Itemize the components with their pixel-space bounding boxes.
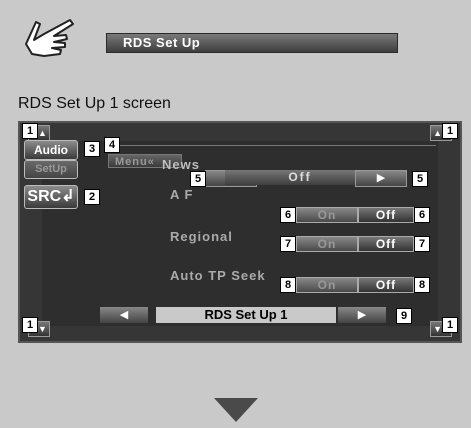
news-label: News — [162, 157, 200, 172]
callout-number: 5 — [190, 171, 206, 187]
af-on-button[interactable]: On — [296, 207, 358, 223]
callout-number: 5 — [412, 171, 428, 187]
callout-number: 1 — [22, 123, 38, 139]
page-navigation-bar: ◀ RDS Set Up 1 ▶ — [100, 307, 396, 323]
section-title: RDS Set Up — [123, 35, 201, 50]
callout-number: 4 — [104, 137, 120, 153]
callout-number: 8 — [280, 277, 296, 293]
screen-panel — [42, 141, 438, 326]
auto-tp-seek-off-button[interactable]: Off — [358, 277, 414, 293]
device-screen: ◀▲ ▲▶ ◀▼ ▼▶ 1 1 1 1 Audio 3 SetUp SRC↲ 2… — [18, 121, 462, 343]
regional-off-button[interactable]: Off — [358, 236, 414, 252]
src-label: SRC — [27, 188, 62, 205]
regional-label: Regional — [170, 229, 233, 244]
down-arrow-icon — [214, 398, 258, 422]
callout-number: 3 — [84, 141, 100, 157]
callout-number: 2 — [84, 189, 100, 205]
return-arrow-icon: ↲ — [61, 188, 75, 205]
screen-caption: RDS Set Up 1 screen — [18, 95, 171, 112]
callout-number: 6 — [280, 207, 296, 223]
callout-number: 8 — [414, 277, 430, 293]
callout-number: 9 — [396, 308, 412, 324]
section-title-bar: RDS Set Up — [106, 33, 398, 53]
callout-number: 7 — [280, 236, 296, 252]
setup-button[interactable]: SetUp — [24, 160, 78, 179]
callout-number: 7 — [414, 236, 430, 252]
callout-number: 1 — [442, 317, 458, 333]
callout-number: 1 — [442, 123, 458, 139]
page-next-button[interactable]: ▶ — [338, 307, 386, 323]
news-next-button[interactable]: ▶ — [355, 170, 407, 187]
auto-tp-seek-label: Auto TP Seek — [170, 268, 266, 283]
divider-line — [106, 145, 436, 146]
page-prev-button[interactable]: ◀ — [100, 307, 148, 323]
page-title: RDS Set Up 1 — [156, 307, 336, 323]
callout-number: 1 — [22, 317, 38, 333]
callout-number: 6 — [414, 207, 430, 223]
auto-tp-seek-on-button[interactable]: On — [296, 277, 358, 293]
menu-label: Menu — [115, 156, 148, 168]
pointing-hand-icon — [25, 19, 74, 57]
src-button[interactable]: SRC↲ — [24, 185, 78, 209]
news-value: Off — [225, 170, 375, 185]
regional-on-button[interactable]: On — [296, 236, 358, 252]
af-off-button[interactable]: Off — [358, 207, 414, 223]
back-arrows-icon: « — [147, 156, 155, 168]
audio-button[interactable]: Audio — [24, 140, 78, 160]
af-label: A F — [170, 187, 194, 202]
